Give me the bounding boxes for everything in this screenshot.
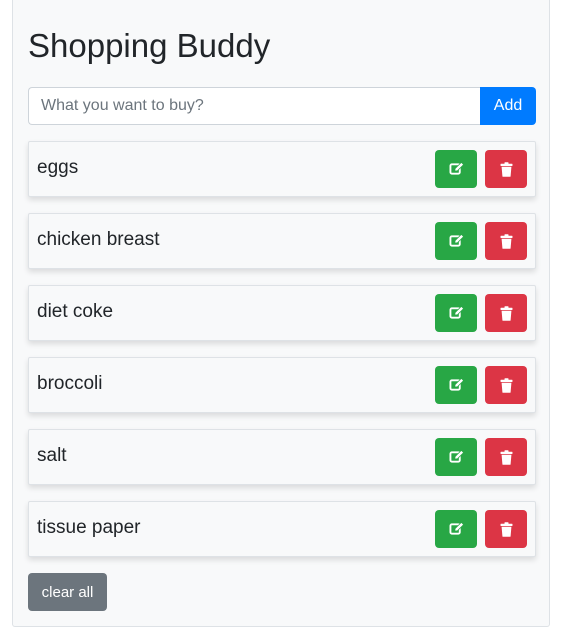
edit-icon [449, 162, 464, 175]
edit-button[interactable] [435, 294, 477, 332]
item-label: diet coke [37, 301, 114, 322]
item-label: salt [37, 445, 67, 466]
edit-button[interactable] [435, 438, 477, 476]
edit-icon [449, 234, 464, 247]
delete-button[interactable] [485, 438, 527, 476]
list-item: tissue paper [28, 501, 536, 557]
item-label: tissue paper [37, 517, 141, 538]
edit-button[interactable] [435, 150, 477, 188]
delete-button[interactable] [485, 150, 527, 188]
list-item: chicken breast [28, 213, 536, 269]
page-title: Shopping Buddy [28, 27, 271, 64]
list-item: salt [28, 429, 536, 485]
item-label: broccoli [37, 373, 103, 394]
list-item: broccoli [28, 357, 536, 413]
trash-icon [500, 377, 512, 393]
shopping-card: Shopping Buddy Add eggs chicken b [12, 0, 550, 627]
edit-icon [449, 522, 464, 535]
edit-icon [449, 450, 464, 463]
trash-icon [500, 161, 512, 177]
edit-button[interactable] [435, 222, 477, 260]
shopping-list: eggs chicken breast diet coke broccoli s… [28, 141, 536, 573]
clear-all-button[interactable]: clear all [28, 573, 107, 611]
add-button[interactable]: Add [480, 87, 536, 125]
delete-button[interactable] [485, 294, 527, 332]
edit-icon [449, 306, 464, 319]
delete-button[interactable] [485, 222, 527, 260]
trash-icon [500, 305, 512, 321]
item-label: eggs [37, 157, 79, 178]
edit-icon [449, 378, 464, 391]
delete-button[interactable] [485, 366, 527, 404]
edit-button[interactable] [435, 366, 477, 404]
delete-button[interactable] [485, 510, 527, 548]
trash-icon [500, 449, 512, 465]
list-item: eggs [28, 141, 536, 197]
trash-icon [500, 233, 512, 249]
add-item-form: Add [28, 87, 536, 125]
edit-button[interactable] [435, 510, 477, 548]
item-label: chicken breast [37, 229, 160, 250]
item-input[interactable] [28, 87, 480, 125]
trash-icon [500, 521, 512, 537]
list-item: diet coke [28, 285, 536, 341]
